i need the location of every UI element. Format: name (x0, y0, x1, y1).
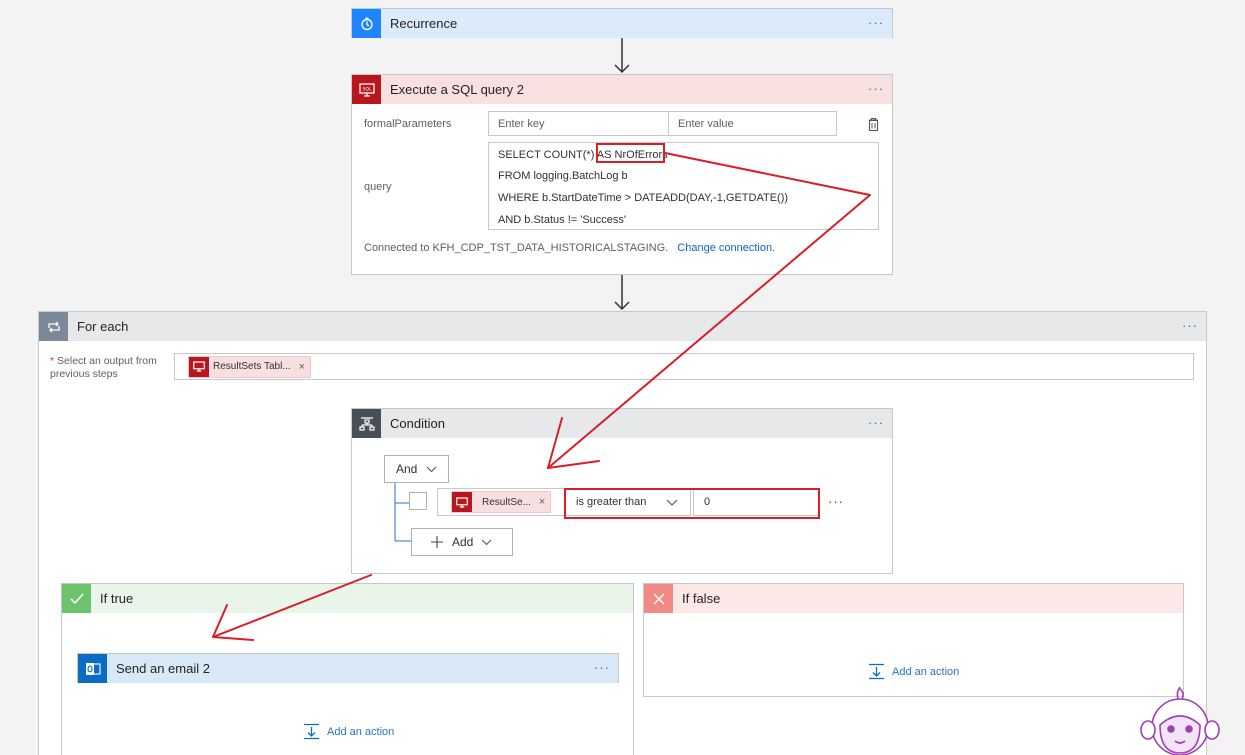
foreach-output-input[interactable]: ResultSets Tabl... × (174, 353, 1194, 380)
change-connection-link[interactable]: Change connection. (677, 242, 775, 254)
sql-more-button[interactable]: ··· (868, 81, 884, 96)
if-false-header[interactable]: If false (644, 584, 1183, 613)
add-condition-button[interactable]: Add (411, 528, 513, 556)
query-line-4: AND b.Status != 'Success' (498, 214, 627, 226)
select-label-line-2: previous steps (50, 368, 118, 380)
connection-status: Connected to KFH_CDP_TST_DATA_HISTORICAL… (364, 242, 775, 254)
group-operator-select[interactable]: And (384, 455, 449, 483)
value-input[interactable]: Enter value (668, 111, 837, 136)
plus-icon (431, 536, 443, 548)
key-input[interactable]: Enter key (488, 111, 669, 136)
recurrence-header[interactable]: Recurrence ··· (352, 9, 892, 38)
remove-token-button[interactable]: × (299, 361, 305, 373)
outlook-icon (78, 654, 107, 683)
query-line-3: WHERE b.StartDateTime > DATEADD(DAY,-1,G… (498, 192, 789, 204)
if-true-header[interactable]: If true (62, 584, 633, 613)
recurrence-title: Recurrence (390, 16, 458, 31)
if-true-title: If true (100, 591, 134, 606)
if-true-add-action-button[interactable]: Add an action (303, 723, 394, 740)
condition-header[interactable]: Condition ··· (352, 409, 892, 438)
resultsets-token: ResultSets Tabl... × (188, 355, 312, 378)
send-email-title: Send an email 2 (116, 661, 210, 676)
select-label-line-1: Select an output from (57, 355, 157, 367)
if-false-add-action-button[interactable]: Add an action (868, 663, 959, 680)
query-line-2: FROM logging.BatchLog b (498, 170, 628, 182)
send-email-card[interactable]: Send an email 2 ··· (77, 653, 619, 683)
sql-card: SQL Execute a SQL query 2 ··· formalPara… (351, 74, 893, 275)
check-icon (62, 584, 91, 613)
if-false-add-action-label: Add an action (892, 665, 960, 678)
if-false-branch: If false Add an action (643, 583, 1184, 697)
add-action-icon (869, 663, 884, 680)
foreach-more-button[interactable]: ··· (1182, 318, 1198, 333)
recurrence-more-button[interactable]: ··· (868, 15, 884, 30)
if-true-add-action-label: Add an action (327, 725, 395, 738)
delete-parameter-icon[interactable] (867, 117, 880, 132)
clock-icon (352, 9, 381, 38)
monkey-logo-icon (1140, 686, 1220, 755)
row-more-button[interactable]: ··· (828, 494, 844, 509)
formal-parameters-label: formalParameters (364, 118, 452, 130)
group-operator-value: And (396, 462, 418, 476)
select-output-label: * Select an output from previous steps (50, 355, 157, 381)
required-star: * (50, 355, 55, 367)
foreach-header[interactable]: For each ··· (39, 312, 1206, 341)
resultset-token-label: ResultSe... (482, 496, 531, 508)
condition-title: Condition (390, 416, 445, 431)
flow-arrow-2 (614, 275, 630, 311)
close-icon (644, 584, 673, 613)
add-action-icon (304, 723, 319, 740)
send-email-more-button[interactable]: ··· (594, 660, 610, 675)
sql-header[interactable]: SQL Execute a SQL query 2 ··· (352, 75, 892, 104)
connected-text: Connected to KFH_CDP_TST_DATA_HISTORICAL… (364, 242, 669, 254)
if-false-title: If false (682, 591, 721, 606)
condition-more-button[interactable]: ··· (868, 415, 884, 430)
query-label: query (364, 181, 392, 193)
foreach-title: For each (77, 319, 129, 334)
annotation-box-condition (564, 488, 820, 519)
chevron-down-icon (426, 466, 437, 472)
recurrence-card[interactable]: Recurrence ··· (351, 8, 893, 38)
resultsets-token-label: ResultSets Tabl... (213, 361, 291, 372)
chevron-down-icon (481, 539, 492, 545)
annotation-box-nroferrors (596, 143, 665, 163)
resultset-token: ResultSe... × (451, 491, 552, 513)
row-checkbox[interactable] (409, 492, 427, 510)
sql-server-icon (452, 492, 472, 512)
add-condition-label: Add (452, 535, 474, 549)
if-true-branch: If true Send an email 2 ··· Add an actio… (61, 583, 634, 755)
condition-icon (352, 409, 381, 438)
remove-token-button[interactable]: × (539, 496, 545, 508)
flow-arrow-1 (614, 38, 630, 74)
svg-text:SQL: SQL (362, 86, 371, 92)
sql-server-icon (189, 356, 209, 377)
condition-left-operand[interactable]: ResultSe... × (437, 488, 565, 516)
sql-title: Execute a SQL query 2 (390, 82, 524, 97)
query-textarea[interactable]: SELECT COUNT(*) AS NrOfErrors FROM loggi… (488, 142, 879, 230)
sql-server-icon: SQL (352, 75, 381, 104)
loop-icon (39, 312, 68, 341)
send-email-header[interactable]: Send an email 2 ··· (78, 654, 618, 683)
